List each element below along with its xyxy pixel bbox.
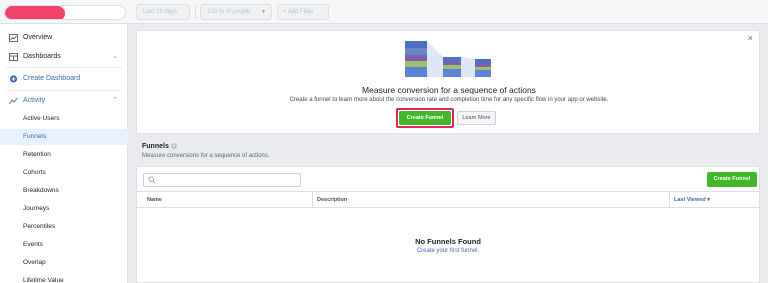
sidebar-item-label: Cohorts xyxy=(23,169,46,176)
plus-circle-icon xyxy=(9,75,18,83)
toolbar-divider xyxy=(195,5,196,19)
funnel-intro-card: × Measure conversion for a sequence of a… xyxy=(136,30,760,134)
sidebar-item-overlap[interactable]: Overlap xyxy=(0,255,128,271)
sidebar: Overview Dashboards ⌄ Create Dashboard A… xyxy=(0,24,128,283)
sidebar-item-label: Breakdowns xyxy=(23,187,59,194)
sidebar-item-label: Lifetime Value xyxy=(23,277,64,283)
create-first-funnel-link[interactable]: Create your first funnel. xyxy=(137,248,759,254)
sidebar-item-breakdowns[interactable]: Breakdowns xyxy=(0,183,128,199)
sidebar-item-active-users[interactable]: Active Users xyxy=(0,111,128,127)
funnels-title-text: Funnels xyxy=(142,143,169,150)
sidebar-divider xyxy=(6,90,122,91)
sidebar-item-label: Journeys xyxy=(23,205,50,212)
sidebar-item-label: Overview xyxy=(23,34,53,41)
sidebar-item-label: Overlap xyxy=(23,259,46,266)
sidebar-item-label: Dashboards xyxy=(23,53,61,60)
create-funnel-button-secondary[interactable]: Create Funnel xyxy=(707,172,757,187)
sidebar-item-label: Activity xyxy=(23,97,46,104)
intro-title: Measure conversion for a sequence of act… xyxy=(362,85,536,95)
dashboard-icon xyxy=(9,53,18,61)
sidebar-item-label: Funnels xyxy=(23,133,47,140)
people-filter-label: 100 % of people xyxy=(207,9,251,15)
sidebar-item-label: Active Users xyxy=(23,115,60,122)
chevron-down-icon: ▼ xyxy=(261,9,266,15)
sidebar-item-overview[interactable]: Overview xyxy=(0,30,128,46)
sidebar-item-cohorts[interactable]: Cohorts xyxy=(0,165,128,181)
sidebar-item-label: Create Dashboard xyxy=(23,75,81,82)
column-divider xyxy=(312,192,313,208)
sidebar-item-percentiles[interactable]: Percentiles xyxy=(0,219,128,235)
date-range-button[interactable]: Last 28 days xyxy=(136,4,190,20)
line-chart-icon xyxy=(9,34,18,42)
empty-state-title: No Funnels Found xyxy=(415,237,481,246)
column-header-description[interactable]: Description xyxy=(317,197,347,203)
funnels-panel: Create Funnel Name Description Last View… xyxy=(136,166,760,283)
info-icon[interactable]: i xyxy=(170,143,177,149)
app-switcher[interactable] xyxy=(4,5,126,20)
column-header-last-viewed[interactable]: Last Viewed ▾ xyxy=(674,197,710,203)
column-header-name[interactable]: Name xyxy=(147,197,162,203)
sidebar-item-events[interactable]: Events xyxy=(0,237,128,253)
sidebar-item-dashboards[interactable]: Dashboards ⌄ xyxy=(0,49,128,65)
table-header: Name Description Last Viewed ▾ xyxy=(137,191,759,208)
funnels-section-title: Funnels i xyxy=(142,143,177,150)
sidebar-item-label: Percentiles xyxy=(23,223,56,230)
sidebar-item-label: Events xyxy=(23,241,43,248)
sidebar-divider xyxy=(6,67,122,68)
sidebar-item-journeys[interactable]: Journeys xyxy=(0,201,128,217)
create-dashboard-link[interactable]: Create Dashboard xyxy=(0,71,128,87)
close-icon[interactable]: × xyxy=(748,33,753,43)
sidebar-item-lifetime-value[interactable]: Lifetime Value xyxy=(0,273,128,283)
sidebar-item-retention[interactable]: Retention xyxy=(0,147,128,163)
add-filter-button[interactable]: + Add Filter xyxy=(277,4,329,20)
funnel-illustration xyxy=(405,41,491,77)
chevron-up-icon: ⌃ xyxy=(112,97,118,104)
learn-more-button[interactable]: Learn More xyxy=(457,111,496,125)
sidebar-item-label: Retention xyxy=(23,151,51,158)
add-filter-label: Add Filter xyxy=(287,9,314,15)
column-divider xyxy=(669,192,670,208)
people-filter-select[interactable]: 100 % of people ▼ xyxy=(200,4,272,20)
top-bar: Last 28 days 100 % of people ▼ + Add Filt… xyxy=(0,0,768,24)
chevron-down-icon: ⌄ xyxy=(112,53,118,60)
create-funnel-button[interactable]: Create Funnel xyxy=(399,111,451,125)
sidebar-item-funnels[interactable]: Funnels xyxy=(0,129,128,145)
sidebar-item-activity[interactable]: Activity ⌃ xyxy=(0,93,128,109)
intro-description: Create a funnel to learn more about the … xyxy=(289,97,609,103)
search-icon xyxy=(148,176,156,184)
app-switcher-selection xyxy=(5,6,65,19)
search-input[interactable] xyxy=(143,173,301,187)
activity-icon xyxy=(9,97,18,105)
funnels-section-description: Measure conversions for a sequence of ac… xyxy=(142,153,270,159)
